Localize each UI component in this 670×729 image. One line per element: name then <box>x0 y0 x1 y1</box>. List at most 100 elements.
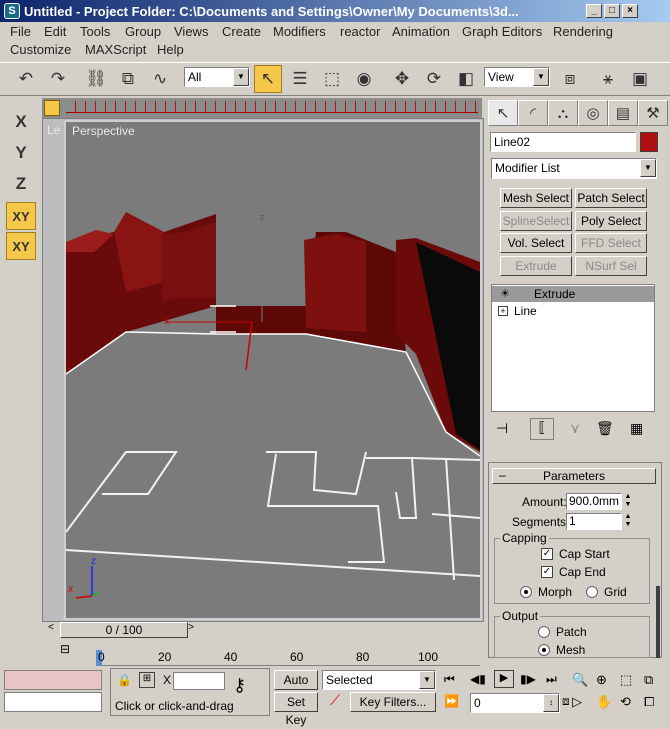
amount-spinner[interactable]: 900.0mm <box>566 493 622 510</box>
configure-modifier-sets-icon[interactable]: ▦ <box>630 420 643 437</box>
extrude-button[interactable]: Extrude <box>500 256 572 276</box>
restrict-z-button[interactable]: Z <box>6 170 36 198</box>
parameters-rollout-header[interactable]: – Parameters <box>492 468 656 484</box>
hierarchy-tab-icon[interactable]: ⛬ <box>548 100 578 126</box>
reference-coordinate-dropdown[interactable]: View ▼ <box>484 67 550 87</box>
cap-end-checkbox[interactable]: ✓ <box>541 566 553 578</box>
motion-tab-icon[interactable]: ◎ <box>578 100 608 126</box>
rectangular-selection-icon[interactable]: ⬚ <box>318 65 346 93</box>
maximize-icon[interactable]: □ <box>604 4 620 18</box>
next-frame-icon[interactable]: ▮▶ <box>520 672 536 686</box>
modify-tab-icon[interactable]: ◜ <box>518 100 548 126</box>
restrict-xy-button[interactable]: XY <box>6 202 36 230</box>
object-color-swatch[interactable] <box>640 132 658 152</box>
zoom-icon[interactable]: 🔍 <box>572 672 588 688</box>
key-selection-dropdown[interactable]: Selected ▼ <box>322 670 436 690</box>
ffd-select-button[interactable]: FFD Select <box>575 233 647 253</box>
lightbulb-icon[interactable]: ☀ <box>500 286 510 302</box>
window-crossing-icon[interactable]: ◉ <box>350 65 378 93</box>
make-unique-icon[interactable]: ⋎ <box>570 420 580 437</box>
selection-filter-dropdown[interactable]: All ▼ <box>184 67 250 87</box>
patch-select-button[interactable]: Patch Select <box>575 188 647 208</box>
render-icon[interactable]: ▣ <box>626 65 654 93</box>
bind-space-warp-icon[interactable]: ∿ <box>146 65 174 93</box>
menu-create[interactable]: Create <box>222 24 261 39</box>
morph-radio[interactable] <box>520 586 532 598</box>
app-icon[interactable]: S <box>4 3 20 19</box>
menu-maxscript[interactable]: MAXScript <box>85 42 146 57</box>
close-icon[interactable]: × <box>622 4 638 18</box>
open-mini-curve-editor-icon[interactable]: ⊟ <box>56 642 74 660</box>
maxscript-listener-white[interactable] <box>4 692 102 712</box>
modifier-list-dropdown[interactable]: Modifier List ▼ <box>491 158 657 179</box>
lock-icon[interactable]: 🔒 <box>117 673 132 687</box>
undo-icon[interactable]: ↶ <box>12 65 40 93</box>
auto-key-button[interactable]: Auto Key <box>274 670 318 705</box>
pivot-center-icon[interactable]: ⧈ <box>556 65 584 93</box>
time-slider-thumb[interactable]: 0 / 100 <box>60 622 188 638</box>
go-to-start-icon[interactable]: ⏮ <box>444 672 455 687</box>
segments-spinner[interactable]: 1 <box>566 513 622 530</box>
arc-rotate-icon[interactable]: ⟲ <box>620 694 631 710</box>
previous-frame-icon[interactable]: ◀▮ <box>470 672 486 686</box>
menu-edit[interactable]: Edit <box>44 24 66 39</box>
utilities-tab-icon[interactable]: ⚒ <box>638 100 668 126</box>
zoom-extents-icon[interactable]: ⬚ <box>620 672 632 688</box>
select-by-name-icon[interactable]: ☰ <box>286 65 314 93</box>
nsurf-sel-button[interactable]: NSurf Sel <box>575 256 647 276</box>
set-key-button[interactable]: Set Key <box>274 692 318 727</box>
menu-modifiers[interactable]: Modifiers <box>273 24 326 39</box>
display-tab-icon[interactable]: ▤ <box>608 100 638 126</box>
mesh-select-button[interactable]: Mesh Select <box>500 188 572 208</box>
mirror-icon[interactable]: ⚹ <box>594 65 622 93</box>
vol-select-button[interactable]: Vol. Select <box>500 233 572 253</box>
menu-group[interactable]: Group <box>125 24 161 39</box>
menu-graph-editors[interactable]: Graph Editors <box>462 24 542 39</box>
field-of-view-icon[interactable]: ▷ <box>572 694 582 710</box>
pin-stack-icon[interactable]: ⊣ <box>496 420 508 437</box>
menu-animation[interactable]: Animation <box>392 24 450 39</box>
menu-file[interactable]: File <box>10 24 31 39</box>
panel-scrollbar[interactable] <box>656 586 660 658</box>
show-end-result-icon[interactable]: ⟦ <box>530 418 554 440</box>
go-to-end-icon[interactable]: ⏭ <box>546 672 557 687</box>
chevron-right-icon[interactable]: > <box>184 622 198 638</box>
select-and-link-icon[interactable]: ⛓ <box>82 65 110 93</box>
zoom-extents-all-icon[interactable]: ⧉ <box>644 672 653 688</box>
restrict-x-button[interactable]: X <box>6 108 36 136</box>
cap-start-checkbox[interactable]: ✓ <box>541 548 553 560</box>
time-configuration-icon[interactable]: ⧈ <box>562 694 570 709</box>
menu-reactor[interactable]: reactor <box>340 24 380 39</box>
key-mode-toggle-icon[interactable]: ⏩ <box>444 694 459 708</box>
menu-views[interactable]: Views <box>174 24 208 39</box>
key-filters-button[interactable]: Key Filters... <box>350 692 436 712</box>
maximize-viewport-icon[interactable]: ⧠ <box>644 694 654 710</box>
grid-radio[interactable] <box>586 586 598 598</box>
menu-help[interactable]: Help <box>157 42 184 57</box>
x-coord-field[interactable] <box>173 672 225 690</box>
segments-spinner-arrows[interactable]: ▲ ▼ <box>623 513 633 530</box>
pan-icon[interactable]: ✋ <box>596 694 612 710</box>
menu-rendering[interactable]: Rendering <box>553 24 613 39</box>
create-tab-icon[interactable]: ↖ <box>488 100 518 126</box>
viewport-config-icon[interactable] <box>44 100 60 116</box>
amount-spinner-arrows[interactable]: ▲ ▼ <box>623 493 633 510</box>
patch-radio[interactable] <box>538 626 550 638</box>
object-name-field[interactable]: Line02 <box>490 132 636 152</box>
zoom-all-icon[interactable]: ⊕ <box>596 672 607 688</box>
play-icon[interactable]: ▶ <box>494 670 514 688</box>
minimize-icon[interactable]: _ <box>586 4 602 18</box>
viewport-label[interactable]: Perspective <box>72 124 135 138</box>
spline-select-button[interactable]: SplineSelect <box>500 211 572 231</box>
menu-customize[interactable]: Customize <box>10 42 71 57</box>
unlink-icon[interactable]: ⧉ <box>114 65 142 93</box>
maxscript-listener-pink[interactable] <box>4 670 102 690</box>
restrict-y-button[interactable]: Y <box>6 139 36 167</box>
redo-icon[interactable]: ↷ <box>44 65 72 93</box>
current-frame-field[interactable]: 0 ↕ <box>470 693 560 713</box>
chevron-left-icon[interactable]: < <box>44 622 58 638</box>
poly-select-button[interactable]: Poly Select <box>575 211 647 231</box>
menu-tools[interactable]: Tools <box>80 24 110 39</box>
move-icon[interactable]: ✥ <box>388 65 416 93</box>
expand-icon[interactable]: + <box>498 306 508 316</box>
